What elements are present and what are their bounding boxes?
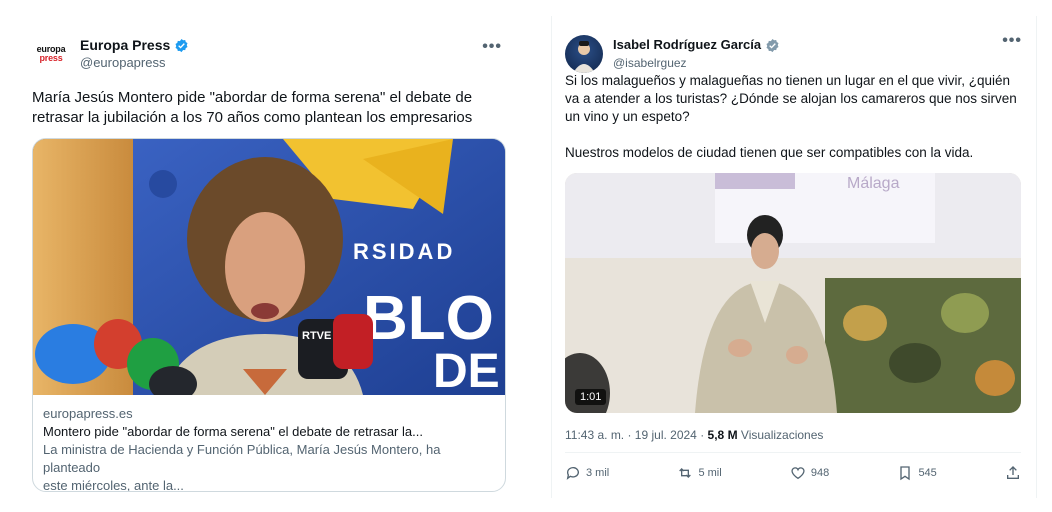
video-duration: 1:01 (575, 389, 607, 405)
video-player[interactable]: Málaga 1:01 (565, 173, 1021, 413)
isabel-avatar[interactable] (565, 35, 603, 73)
share-button[interactable] (1005, 465, 1021, 481)
author-info: Europa Press @europapress (80, 36, 189, 72)
author-handle[interactable]: @europapress (80, 54, 189, 72)
author-name-row[interactable]: Europa Press (80, 36, 189, 54)
repost-button[interactable]: 5 mil (677, 465, 722, 481)
share-icon (1007, 466, 1019, 479)
mic-label: RTVE (302, 330, 331, 342)
bookmark-count: 545 (918, 467, 937, 479)
sign-text: RSIDAD (353, 239, 455, 264)
card-image[interactable]: RSIDAD BLO DE RTVE (33, 139, 505, 395)
action-bar: 3 mil 5 mil 948 545 (565, 463, 1021, 483)
sign-text-large: BLO (363, 284, 494, 353)
card-description-line2: este miércoles, ante la... (43, 478, 184, 492)
bookmark-icon (900, 466, 911, 481)
author-info: Isabel Rodríguez García @isabelrguez (613, 36, 780, 72)
author-name-row[interactable]: Isabel Rodríguez García (613, 36, 780, 54)
card-title[interactable]: Montero pide "abordar de forma serena" e… (43, 423, 495, 441)
logo-text-bottom: press (39, 53, 63, 63)
reply-icon (566, 467, 579, 480)
author-name[interactable]: Europa Press (80, 36, 170, 54)
heart-icon (791, 467, 805, 480)
link-card[interactable]: RSIDAD BLO DE RTVE europapress.es Monter… (32, 138, 506, 492)
tweet-header: europa press Europa Press @europapress (32, 32, 189, 76)
isabel-tweet[interactable]: Isabel Rodríguez García @isabelrguez •••… (551, 16, 1037, 498)
europapress-tweet[interactable]: europa press Europa Press @europapress •… (16, 16, 516, 498)
card-meta: europapress.es Montero pide "abordar de … (43, 405, 495, 492)
more-options-icon[interactable]: ••• (482, 38, 502, 56)
like-button[interactable]: 948 (790, 465, 829, 481)
reply-button[interactable]: 3 mil (565, 465, 609, 481)
screen-text: Málaga (847, 175, 900, 192)
bookmark-button[interactable]: 545 (897, 465, 937, 481)
divider (565, 452, 1021, 453)
reply-count: 3 mil (586, 467, 610, 479)
repost-count: 5 mil (698, 467, 722, 479)
views-label: Visualizaciones (740, 428, 824, 442)
card-description-line1: La ministra de Hacienda y Función Públic… (43, 442, 441, 475)
tweet-timestamp[interactable]: 11:43 a. m. · 19 jul. 2024 · (565, 428, 704, 442)
europapress-avatar[interactable]: europa press (32, 35, 70, 73)
like-count: 948 (810, 467, 830, 479)
verified-badge-icon (175, 38, 188, 52)
sign-text-large-2: DE (433, 345, 500, 395)
tweet-header: Isabel Rodríguez García @isabelrguez (565, 32, 780, 76)
author-name[interactable]: Isabel Rodríguez García (613, 36, 761, 54)
author-handle[interactable]: @isabelrguez (613, 54, 780, 72)
card-domain: europapress.es (43, 406, 133, 421)
verified-badge-gray-icon (766, 38, 779, 52)
tweet-text: María Jesús Montero pide "abordar de for… (32, 89, 473, 126)
more-options-icon[interactable]: ••• (1002, 32, 1022, 50)
repost-icon (679, 468, 692, 478)
tweet-text: Si los malagueños y malagueñas no tienen… (565, 73, 1017, 160)
views-count: 5,8 M (707, 428, 738, 442)
tweet-meta: 11:43 a. m. · 19 jul. 2024 · 5,8 M Visua… (565, 428, 823, 442)
